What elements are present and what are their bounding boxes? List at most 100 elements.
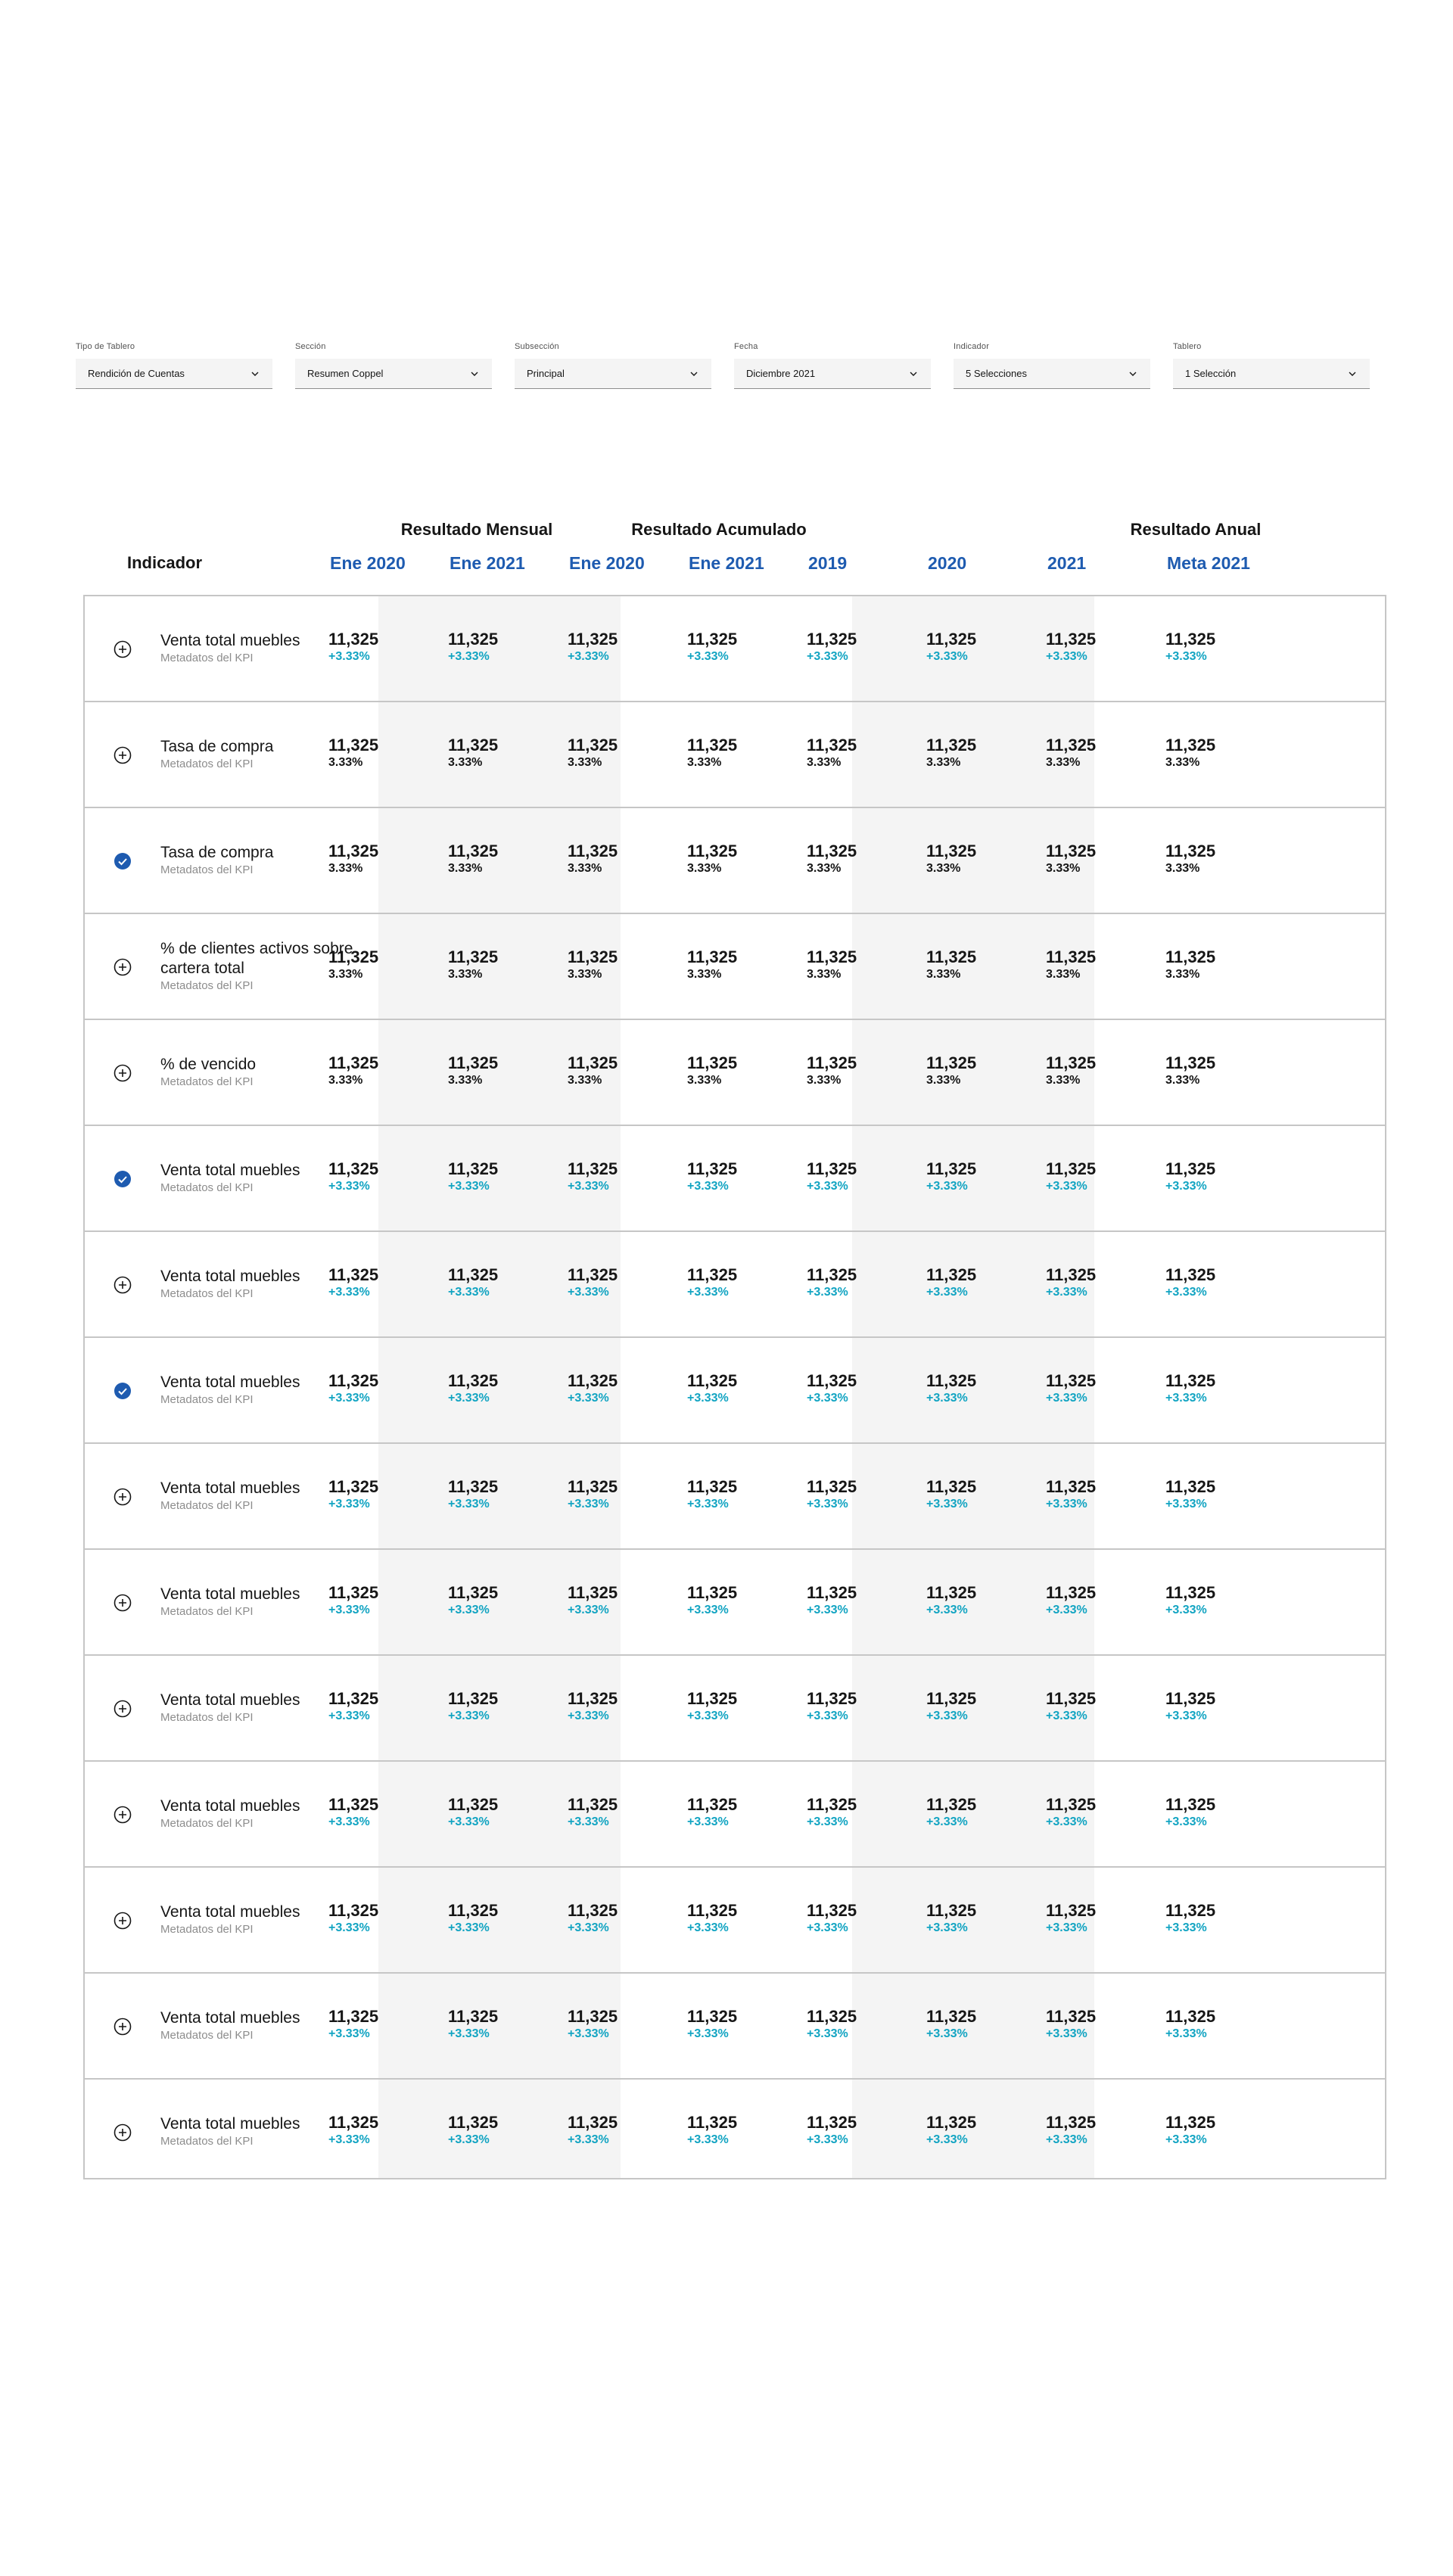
cell-value: 11,325 <box>926 1477 977 1496</box>
cell-delta: +3.33% <box>807 1392 848 1405</box>
cell-value: 11,325 <box>448 1159 499 1178</box>
cell-value: 11,325 <box>687 2113 738 2132</box>
table-row: Tasa de compra Metadatos del KPI 11,325 3.3… <box>85 808 1385 914</box>
cell-delta: +3.33% <box>448 1392 490 1405</box>
table-cell: 11,325 +3.33% <box>1046 1159 1152 1194</box>
cell-value: 11,325 <box>687 1477 738 1496</box>
cell-value: 11,325 <box>926 1901 977 1920</box>
add-circle-icon[interactable] <box>114 958 132 976</box>
table-cell: 11,325 3.33% <box>926 1053 1032 1088</box>
add-circle-icon[interactable] <box>114 1912 132 1930</box>
cell-value: 11,325 <box>807 1159 857 1178</box>
table-cell: 11,325 +3.33% <box>1165 1689 1271 1724</box>
table-cell: 11,325 +3.33% <box>807 1159 913 1194</box>
add-circle-icon[interactable] <box>114 1064 132 1082</box>
cell-delta: +3.33% <box>328 2027 370 2040</box>
checkmark-filled-icon[interactable] <box>114 1170 132 1188</box>
checkmark-filled-icon[interactable] <box>114 1382 132 1400</box>
filter-dropdown[interactable]: 5 Selecciones <box>954 359 1150 389</box>
table-cell: 11,325 3.33% <box>807 1053 913 1088</box>
cell-delta: +3.33% <box>328 650 370 663</box>
cell-value: 11,325 <box>1046 2113 1097 2132</box>
filter-4: Fecha Diciembre 2021 <box>734 341 931 389</box>
table-cell: 11,325 3.33% <box>687 947 793 982</box>
add-circle-icon[interactable] <box>114 1806 132 1824</box>
cell-delta: 3.33% <box>328 968 363 981</box>
checkmark-filled-icon[interactable] <box>114 852 132 870</box>
table-cell: 11,325 +3.33% <box>568 1477 674 1512</box>
cell-value: 11,325 <box>807 1053 857 1072</box>
cell-value: 11,325 <box>328 736 379 754</box>
table-cell: 11,325 +3.33% <box>807 1689 913 1724</box>
cell-delta: +3.33% <box>448 1286 490 1299</box>
add-circle-icon[interactable] <box>114 2123 132 2142</box>
add-circle-icon[interactable] <box>114 1276 132 1294</box>
add-circle-icon[interactable] <box>114 1488 132 1506</box>
table-cell: 11,325 +3.33% <box>1046 1583 1152 1618</box>
cell-delta: +3.33% <box>1165 2027 1207 2040</box>
cell-value: 11,325 <box>807 1795 857 1814</box>
table-cell: 11,325 +3.33% <box>807 2113 913 2148</box>
table-row: Venta total muebles Metadatos del KPI 11,3… <box>85 1868 1385 1974</box>
cell-value: 11,325 <box>1165 1265 1216 1284</box>
table-cell: 11,325 3.33% <box>807 947 913 982</box>
table-cell: 11,325 +3.33% <box>1165 2113 1271 2148</box>
chevron-down-icon <box>689 369 699 379</box>
table-cell: 11,325 +3.33% <box>687 2007 793 2042</box>
cell-value: 11,325 <box>1165 1159 1216 1178</box>
table-cell: 11,325 3.33% <box>926 842 1032 876</box>
table-cell: 11,325 3.33% <box>687 1053 793 1088</box>
filter-dropdown[interactable]: Rendición de Cuentas <box>76 359 272 389</box>
cell-delta: 3.33% <box>1046 1074 1081 1087</box>
add-circle-icon[interactable] <box>114 746 132 764</box>
cell-value: 11,325 <box>926 736 977 754</box>
filter-dropdown[interactable]: 1 Selección <box>1173 359 1370 389</box>
cell-value: 11,325 <box>1046 1795 1097 1814</box>
add-circle-icon[interactable] <box>114 1700 132 1718</box>
table-header: Indicador Resultado Mensual Resultado Ac… <box>83 515 1386 590</box>
table-cell: 11,325 +3.33% <box>926 2007 1032 2042</box>
cell-value: 11,325 <box>1165 1053 1216 1072</box>
cell-value: 11,325 <box>807 1477 857 1496</box>
cell-value: 11,325 <box>328 630 379 649</box>
table-cell: 11,325 3.33% <box>1165 842 1271 876</box>
cell-value: 11,325 <box>926 1159 977 1178</box>
cell-delta: +3.33% <box>926 1180 968 1193</box>
table-cell: 11,325 +3.33% <box>687 1265 793 1300</box>
cell-value: 11,325 <box>328 2007 379 2026</box>
table-cell: 11,325 +3.33% <box>1046 1371 1152 1406</box>
filter-dropdown[interactable]: Diciembre 2021 <box>734 359 931 389</box>
cell-delta: 3.33% <box>807 862 842 875</box>
table-cell: 11,325 +3.33% <box>328 1265 434 1300</box>
cell-value: 11,325 <box>687 1053 738 1072</box>
cell-delta: +3.33% <box>568 1498 609 1510</box>
group-title-acumulado: Resultado Acumulado <box>631 520 807 539</box>
cell-value: 11,325 <box>568 736 618 754</box>
table-cell: 11,325 +3.33% <box>926 1371 1032 1406</box>
cell-delta: +3.33% <box>1165 1498 1207 1510</box>
cell-value: 11,325 <box>687 947 738 966</box>
chevron-down-icon <box>908 369 919 379</box>
table-cell: 11,325 +3.33% <box>448 1265 554 1300</box>
filter-dropdown[interactable]: Principal <box>515 359 711 389</box>
add-circle-icon[interactable] <box>114 640 132 658</box>
cell-delta: +3.33% <box>1165 1815 1207 1828</box>
cell-delta: 3.33% <box>1046 862 1081 875</box>
cell-value: 11,325 <box>926 1053 977 1072</box>
cell-delta: +3.33% <box>926 1392 968 1405</box>
column-header: Ene 2020 <box>330 553 406 573</box>
cell-delta: +3.33% <box>1165 1604 1207 1616</box>
cell-value: 11,325 <box>328 1795 379 1814</box>
cell-delta: +3.33% <box>568 1180 609 1193</box>
cell-value: 11,325 <box>328 1477 379 1496</box>
table-cell: 11,325 +3.33% <box>807 1477 913 1512</box>
add-circle-icon[interactable] <box>114 2018 132 2036</box>
table-cell: 11,325 3.33% <box>1046 947 1152 982</box>
filter-dropdown[interactable]: Resumen Coppel <box>295 359 492 389</box>
table-cell: 11,325 +3.33% <box>926 1689 1032 1724</box>
cell-delta: +3.33% <box>687 1710 729 1722</box>
add-circle-icon[interactable] <box>114 1594 132 1612</box>
cell-delta: +3.33% <box>926 1498 968 1510</box>
table-cell: 11,325 +3.33% <box>328 2113 434 2148</box>
filter-label: Fecha <box>734 342 758 351</box>
